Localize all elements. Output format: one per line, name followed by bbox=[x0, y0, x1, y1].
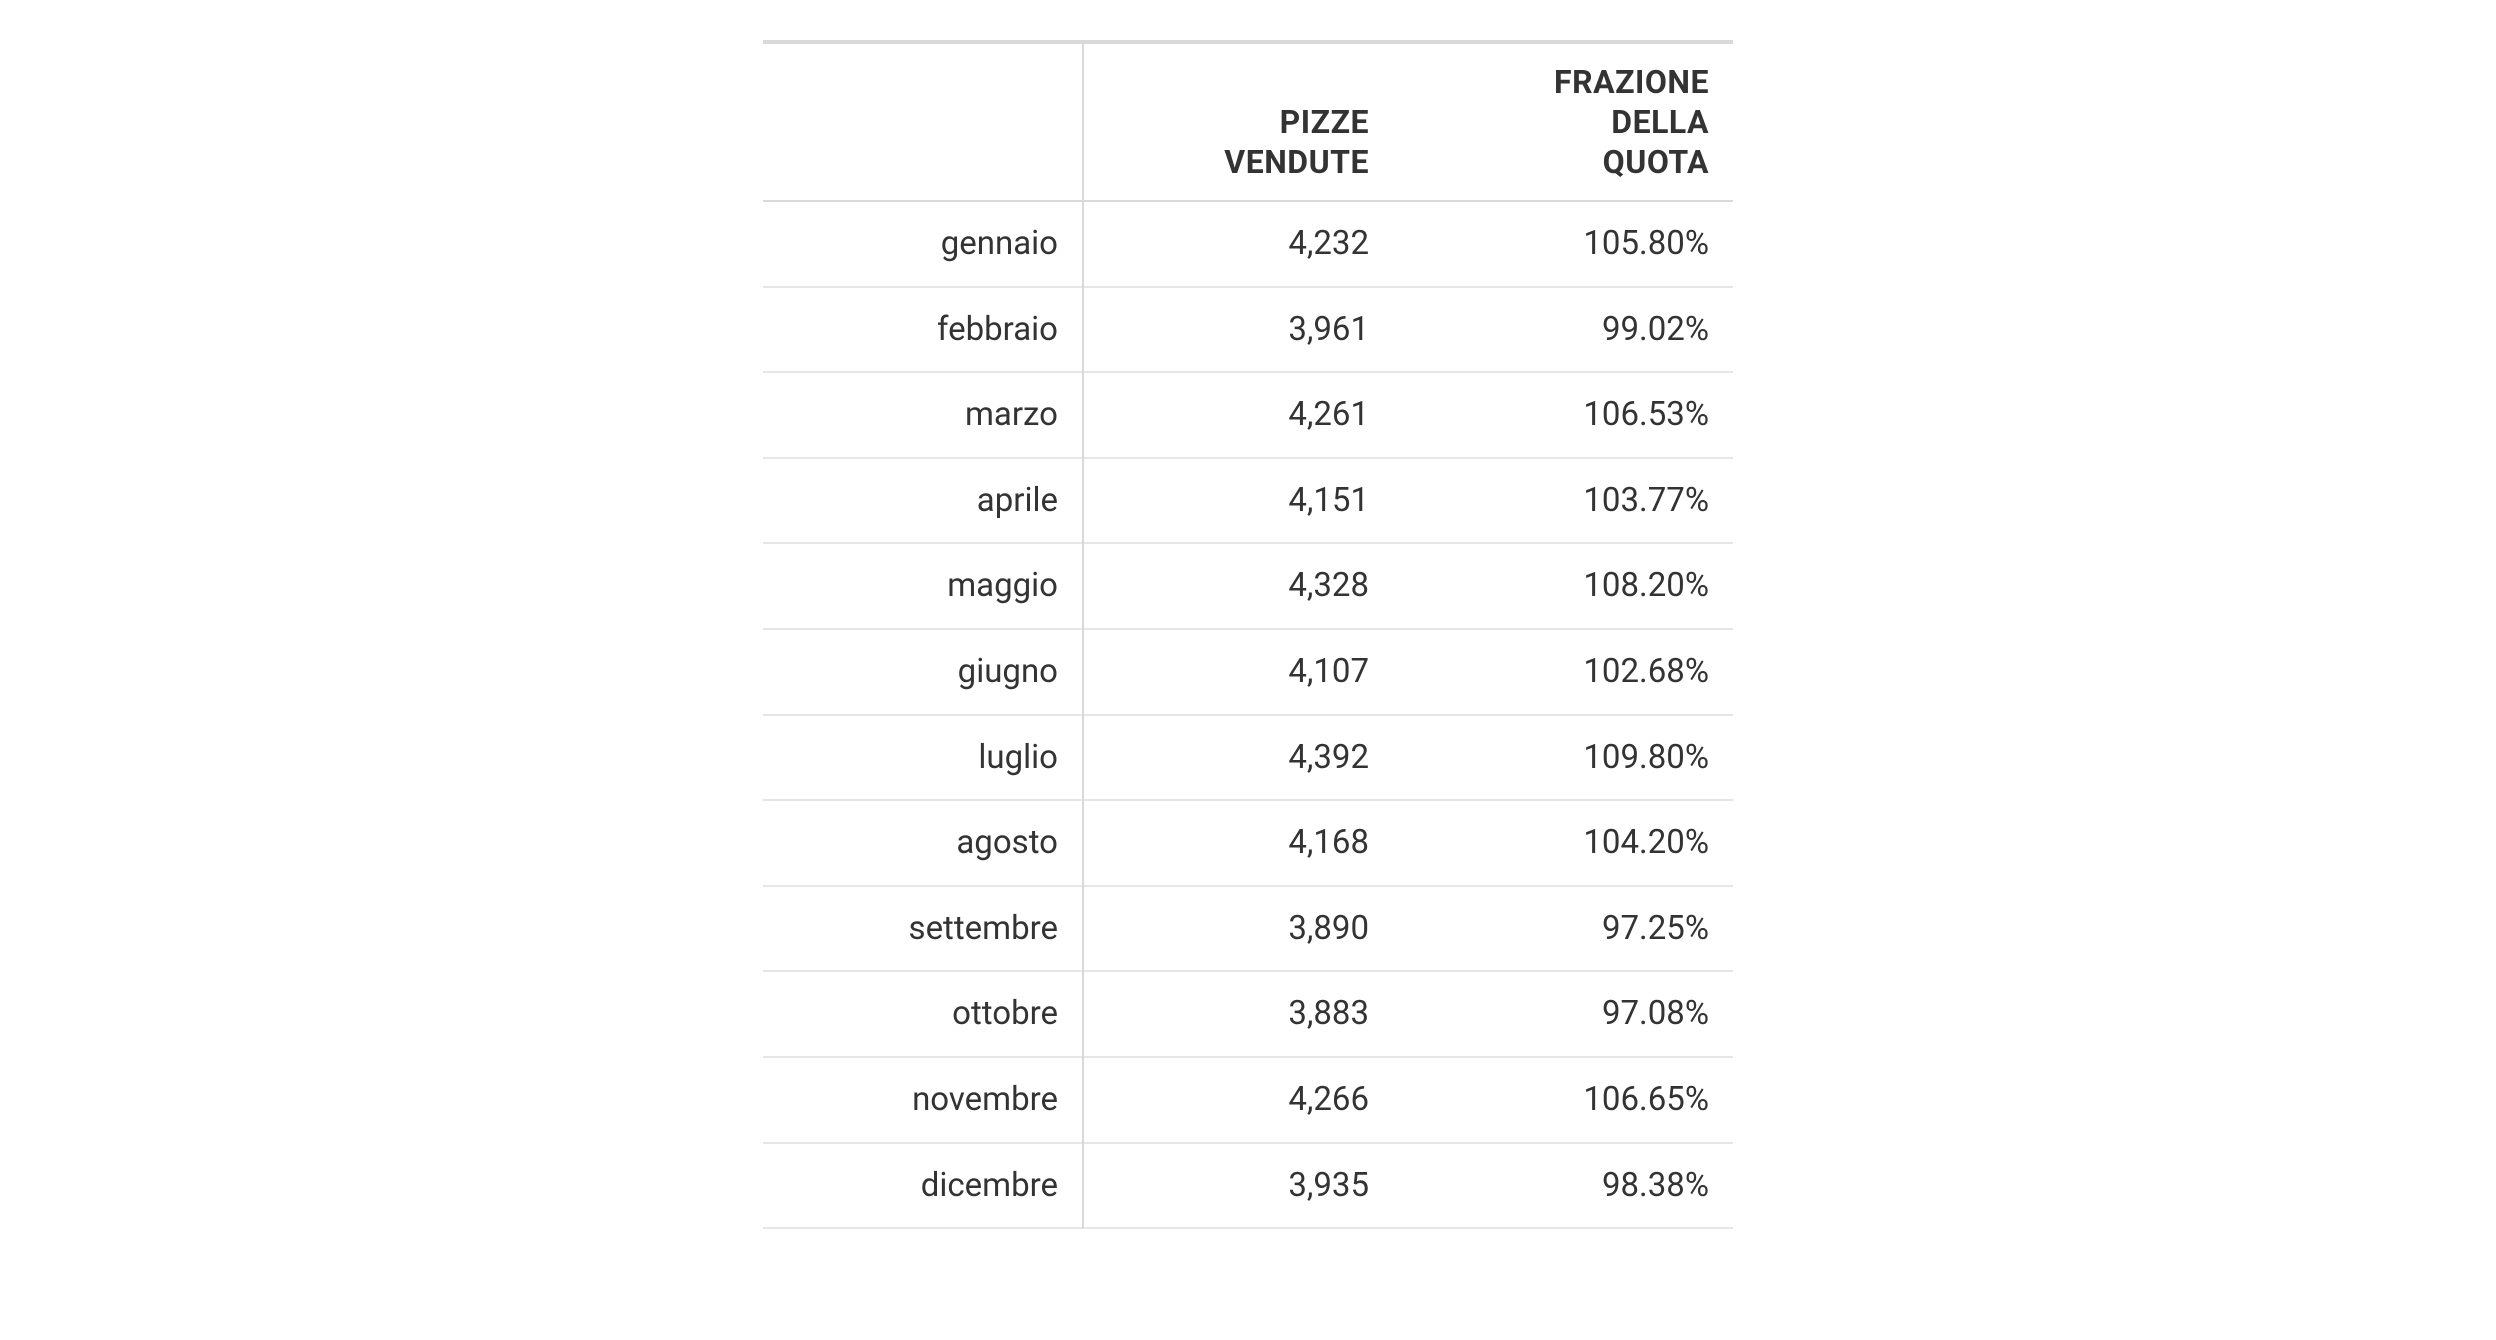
table-row: luglio 4,392 109.80% bbox=[763, 715, 1733, 801]
cell-fraction: 108.20% bbox=[1393, 543, 1733, 629]
cell-month: agosto bbox=[763, 800, 1083, 886]
cell-sold: 4,232 bbox=[1083, 201, 1393, 287]
cell-sold: 4,392 bbox=[1083, 715, 1393, 801]
header-sold: PIZZE VENDUTE bbox=[1083, 42, 1393, 201]
cell-sold: 4,266 bbox=[1083, 1057, 1393, 1143]
table-body: gennaio 4,232 105.80% febbraio 3,961 99.… bbox=[763, 201, 1733, 1228]
cell-sold: 4,261 bbox=[1083, 372, 1393, 458]
header-month bbox=[763, 42, 1083, 201]
header-fraction-line1: FRAZIONE bbox=[1554, 63, 1709, 101]
cell-month: dicembre bbox=[763, 1143, 1083, 1229]
cell-fraction: 97.08% bbox=[1393, 971, 1733, 1057]
cell-month: maggio bbox=[763, 543, 1083, 629]
table-row: ottobre 3,883 97.08% bbox=[763, 971, 1733, 1057]
cell-sold: 3,883 bbox=[1083, 971, 1393, 1057]
cell-month: marzo bbox=[763, 372, 1083, 458]
cell-fraction: 99.02% bbox=[1393, 287, 1733, 373]
table-row: maggio 4,328 108.20% bbox=[763, 543, 1733, 629]
cell-sold: 3,890 bbox=[1083, 886, 1393, 972]
table-row: aprile 4,151 103.77% bbox=[763, 458, 1733, 544]
table-row: febbraio 3,961 99.02% bbox=[763, 287, 1733, 373]
table-row: novembre 4,266 106.65% bbox=[763, 1057, 1733, 1143]
cell-sold: 3,961 bbox=[1083, 287, 1393, 373]
cell-fraction: 104.20% bbox=[1393, 800, 1733, 886]
cell-sold: 4,107 bbox=[1083, 629, 1393, 715]
cell-month: novembre bbox=[763, 1057, 1083, 1143]
cell-fraction: 102.68% bbox=[1393, 629, 1733, 715]
header-fraction-line2: DELLA bbox=[1611, 103, 1709, 141]
cell-fraction: 97.25% bbox=[1393, 886, 1733, 972]
cell-month: settembre bbox=[763, 886, 1083, 972]
cell-fraction: 106.65% bbox=[1393, 1057, 1733, 1143]
cell-fraction: 109.80% bbox=[1393, 715, 1733, 801]
cell-fraction: 98.38% bbox=[1393, 1143, 1733, 1229]
table-row: settembre 3,890 97.25% bbox=[763, 886, 1733, 972]
table-row: marzo 4,261 106.53% bbox=[763, 372, 1733, 458]
data-table-container: PIZZE VENDUTE FRAZIONE DELLA QUOTA genna… bbox=[763, 40, 1733, 1229]
cell-month: gennaio bbox=[763, 201, 1083, 287]
cell-fraction: 105.80% bbox=[1393, 201, 1733, 287]
table-row: giugno 4,107 102.68% bbox=[763, 629, 1733, 715]
cell-month: ottobre bbox=[763, 971, 1083, 1057]
cell-sold: 4,151 bbox=[1083, 458, 1393, 544]
table-row: dicembre 3,935 98.38% bbox=[763, 1143, 1733, 1229]
header-sold-line2: VENDUTE bbox=[1224, 143, 1369, 181]
table-row: agosto 4,168 104.20% bbox=[763, 800, 1733, 886]
table-row: gennaio 4,232 105.80% bbox=[763, 201, 1733, 287]
header-fraction-line3: QUOTA bbox=[1603, 143, 1709, 181]
table-header-row: PIZZE VENDUTE FRAZIONE DELLA QUOTA bbox=[763, 42, 1733, 201]
pizze-table: PIZZE VENDUTE FRAZIONE DELLA QUOTA genna… bbox=[763, 40, 1733, 1229]
cell-month: luglio bbox=[763, 715, 1083, 801]
cell-sold: 4,328 bbox=[1083, 543, 1393, 629]
cell-fraction: 106.53% bbox=[1393, 372, 1733, 458]
cell-fraction: 103.77% bbox=[1393, 458, 1733, 544]
cell-month: giugno bbox=[763, 629, 1083, 715]
cell-month: febbraio bbox=[763, 287, 1083, 373]
cell-sold: 3,935 bbox=[1083, 1143, 1393, 1229]
header-fraction: FRAZIONE DELLA QUOTA bbox=[1393, 42, 1733, 201]
header-sold-line1: PIZZE bbox=[1280, 103, 1369, 141]
cell-month: aprile bbox=[763, 458, 1083, 544]
cell-sold: 4,168 bbox=[1083, 800, 1393, 886]
